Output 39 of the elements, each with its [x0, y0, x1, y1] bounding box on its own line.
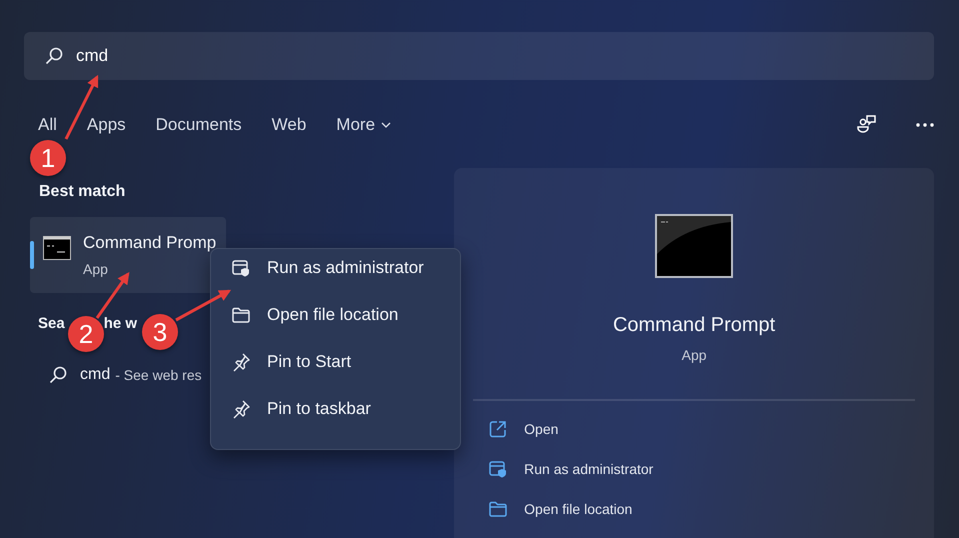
- menu-item[interactable]: Pin to taskbar: [231, 399, 460, 419]
- result-title: Command Promp: [83, 233, 216, 252]
- action-link[interactable]: Run as administrator: [488, 459, 934, 479]
- external-link-icon: [488, 419, 508, 439]
- app-type: App: [682, 347, 707, 363]
- window-shield-icon: [231, 258, 251, 278]
- folder-icon: [231, 305, 251, 325]
- action-link[interactable]: Open: [488, 419, 934, 439]
- result-subtitle: App: [83, 261, 109, 277]
- result-item[interactable]: Command Promp App: [30, 217, 226, 293]
- search-field[interactable]: cmd: [24, 32, 934, 80]
- folder-icon: [488, 499, 508, 519]
- app-title: Command Prompt: [612, 314, 776, 337]
- terminal-icon: [43, 236, 71, 260]
- search-icon: [48, 365, 68, 385]
- step-number-badge: 2: [68, 316, 104, 352]
- filter-tab[interactable]: Documents: [156, 116, 242, 134]
- step-number-badge: 3: [142, 314, 178, 350]
- filter-tab[interactable]: All: [38, 116, 57, 134]
- action-link[interactable]: Open file location: [488, 499, 934, 519]
- filter-tab[interactable]: Apps: [86, 116, 126, 134]
- menu-item[interactable]: Pin to Start: [231, 352, 460, 372]
- step-number-badge: 1: [30, 140, 66, 176]
- window-shield-icon: [488, 459, 508, 479]
- section-heading: Best match: [39, 183, 126, 201]
- section-heading: he w: [104, 315, 138, 334]
- more-options-icon[interactable]: [916, 123, 934, 127]
- section-heading: Sea: [38, 315, 65, 334]
- pin-icon: [231, 399, 251, 419]
- terminal-window-icon: [655, 214, 734, 278]
- annotation-arrow: [175, 290, 232, 322]
- web-query[interactable]: cmd: [80, 366, 110, 384]
- pin-icon: [231, 352, 251, 372]
- menu-item[interactable]: Run as administrator: [231, 258, 460, 278]
- filter-tab[interactable]: More: [336, 116, 392, 134]
- search-icon: [44, 46, 64, 66]
- filter-tab[interactable]: Web: [272, 116, 306, 134]
- web-result-hint: - See web res: [115, 367, 202, 383]
- menu-item[interactable]: Open file location: [231, 305, 460, 325]
